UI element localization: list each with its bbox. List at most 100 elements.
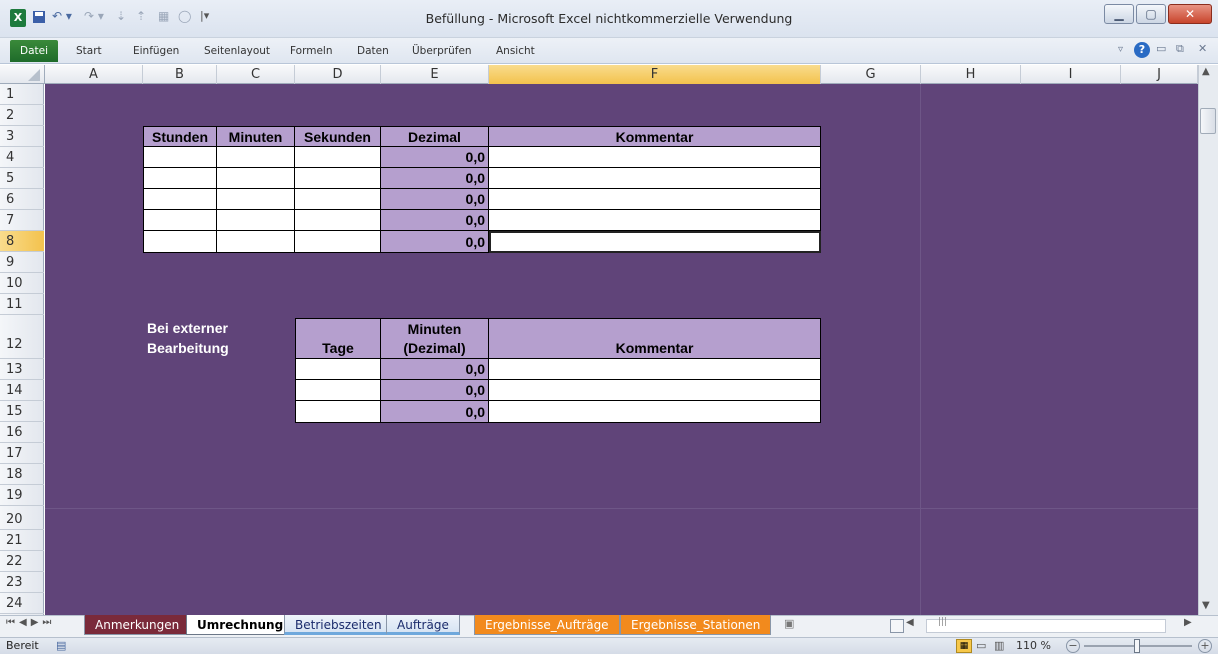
scroll-up-icon[interactable]: ▲ [1202,66,1210,77]
column-header-a[interactable]: A [45,65,143,84]
header-kommentar[interactable]: Kommentar [489,126,821,147]
insert-sheet-icon[interactable]: ▣ [784,617,806,633]
column-header-i[interactable]: I [1021,65,1121,84]
row-header[interactable]: 21 [0,530,44,551]
tab-data[interactable]: Daten [357,38,389,64]
input-tage[interactable] [295,401,381,423]
column-header-c[interactable]: C [217,65,295,84]
header-dezimal[interactable]: Dezimal [381,126,489,147]
column-header-f[interactable]: F [489,65,821,84]
row-header[interactable]: 18 [0,464,44,485]
input-kommentar[interactable] [489,210,821,231]
page-layout-view-icon[interactable]: ▭ [976,639,986,652]
scroll-down-icon[interactable]: ▼ [1202,600,1210,611]
sheet-tab-ergebnisse-stationen[interactable]: Ergebnisse_Stationen [620,615,772,635]
sheet-tab-auftraege[interactable]: Aufträge [386,615,460,635]
column-header-b[interactable]: B [143,65,217,84]
input-minuten[interactable] [217,231,295,253]
input-stunden[interactable] [143,210,217,231]
row-header[interactable]: 11 [0,294,44,315]
row-header[interactable]: 19 [0,485,44,506]
macro-record-icon[interactable]: ▤ [56,639,66,652]
tab-review[interactable]: Überprüfen [412,38,472,64]
decimal-result[interactable]: 0,0 [381,210,489,231]
row-header[interactable]: 13 [0,359,44,380]
row-header[interactable]: 5 [0,168,44,189]
input-kommentar-2[interactable] [489,401,821,423]
active-cell-f8[interactable] [489,231,821,253]
sort-desc-icon[interactable]: ⇡ [136,9,154,27]
decimal-result[interactable]: 0,0 [381,231,489,253]
row-header[interactable]: 12 [0,315,44,359]
tab-view[interactable]: Ansicht [496,38,535,64]
column-header-j[interactable]: J [1121,65,1198,84]
maximize-button[interactable]: ▢ [1136,4,1166,24]
decimal-result[interactable]: 0,0 [381,168,489,189]
wb-close-icon[interactable]: ✕ [1198,42,1207,55]
row-header[interactable]: 17 [0,443,44,464]
decimal-minutes-result[interactable]: 0,0 [381,359,489,380]
row-header[interactable]: 7 [0,210,44,231]
tab-file[interactable]: Datei [10,40,58,62]
vertical-scrollbar[interactable] [1198,65,1218,615]
zoom-out-icon[interactable]: − [1066,639,1080,653]
help-icon[interactable]: ? [1134,42,1150,58]
header-stunden[interactable]: Stunden [143,126,217,147]
form-icon[interactable]: ▦ [158,9,174,27]
input-stunden[interactable] [143,231,217,253]
undo-icon[interactable]: ↶ ▾ [52,9,82,27]
close-button[interactable]: ✕ [1168,4,1212,24]
input-minuten[interactable] [217,210,295,231]
row-header[interactable]: 16 [0,422,44,443]
input-sekunden[interactable] [295,147,381,168]
page-break-view-icon[interactable]: ▥ [994,639,1004,652]
row-header[interactable]: 24 [0,593,44,614]
input-minuten[interactable] [217,189,295,210]
input-sekunden[interactable] [295,189,381,210]
input-sekunden[interactable] [295,210,381,231]
input-kommentar[interactable] [489,189,821,210]
zoom-level[interactable]: 110 % [1016,638,1051,654]
decimal-result[interactable]: 0,0 [381,147,489,168]
row-header[interactable]: 6 [0,189,44,210]
input-stunden[interactable] [143,189,217,210]
header-minuten[interactable]: Minuten [217,126,295,147]
minimize-button[interactable]: ▁ [1104,4,1134,24]
tab-page-layout[interactable]: Seitenlayout [204,38,270,64]
row-header[interactable]: 3 [0,126,44,147]
decimal-result[interactable]: 0,0 [381,189,489,210]
row-header[interactable]: 23 [0,572,44,593]
column-header-d[interactable]: D [295,65,381,84]
row-header[interactable]: 15 [0,401,44,422]
input-sekunden[interactable] [295,168,381,189]
vertical-scroll-thumb[interactable] [1200,108,1216,134]
column-header-g[interactable]: G [821,65,921,84]
header-kommentar-2[interactable]: Kommentar [489,318,821,359]
row-header[interactable]: 9 [0,252,44,273]
select-all-corner[interactable] [0,65,45,84]
normal-view-icon[interactable]: ▦ [956,639,972,653]
sheet-tab-betriebszeiten[interactable]: Betriebszeiten [284,615,393,635]
row-header[interactable]: 22 [0,551,44,572]
input-stunden[interactable] [143,168,217,189]
input-minuten[interactable] [217,168,295,189]
row-header[interactable]: 2 [0,105,44,126]
horizontal-scrollbar[interactable] [926,619,1166,633]
input-sekunden[interactable] [295,231,381,253]
tab-nav-arrows-icon[interactable]: ⏮◀▶⏭ [6,617,55,628]
input-kommentar-2[interactable] [489,380,821,401]
header-tage[interactable]: Tage [295,318,381,359]
sheet-tab-ergebnisse-auftraege[interactable]: Ergebnisse_Aufträge [474,615,620,635]
ribbon-collapse-icon[interactable]: ▿ [1118,44,1123,55]
wb-minimize-icon[interactable]: ▭ [1156,42,1166,55]
row-header[interactable]: 1 [0,84,44,105]
input-stunden[interactable] [143,147,217,168]
column-header-h[interactable]: H [921,65,1021,84]
save-icon[interactable] [32,9,46,27]
hscroll-grip-icon[interactable]: ||| [938,617,947,627]
circle-icon[interactable]: ◯ [178,9,194,27]
tab-split-handle[interactable] [890,619,904,633]
input-tage[interactable] [295,380,381,401]
sheet-tab-anmerkungen[interactable]: Anmerkungen [84,615,191,635]
tab-formulas[interactable]: Formeln [290,38,332,64]
